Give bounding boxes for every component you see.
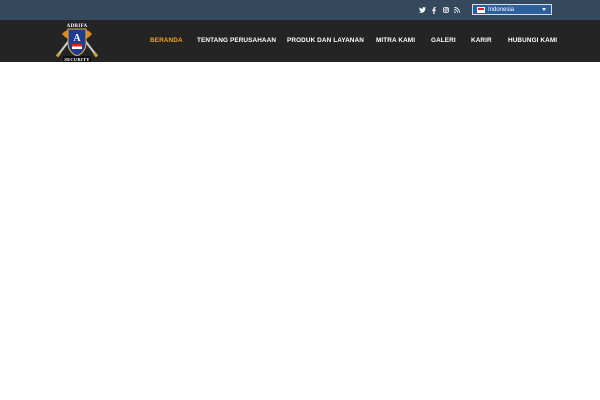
nav-item-beranda[interactable]: BERANDA [150, 37, 183, 44]
rss-icon[interactable] [453, 5, 460, 15]
site-header: A ADRIFA SECURITY BERANDA TENTANG PERUSA… [0, 20, 600, 62]
language-select-value: Indonesia [488, 6, 515, 13]
nav-item-tentang-perusahaan[interactable]: TENTANG PERUSAHAAN [197, 37, 276, 44]
logo-top-text: ADRIFA [67, 24, 88, 29]
nav-item-galeri[interactable]: GALERI [431, 37, 456, 44]
language-select[interactable]: Indonesia [472, 4, 552, 15]
twitter-icon[interactable] [418, 5, 426, 15]
nav-item-mitra-kami[interactable]: MITRA KAMI [376, 37, 415, 44]
nav-item-karir[interactable]: KARIR [471, 37, 492, 44]
nav-item-hubungi-kami[interactable]: HUBUNGI KAMI [508, 37, 557, 44]
caret-down-icon [542, 8, 546, 11]
top-utility-bar: Indonesia [0, 0, 600, 20]
nav-item-produk-dan-layanan[interactable]: PRODUK DAN LAYANAN [287, 37, 364, 44]
indonesia-flag-icon [477, 6, 485, 13]
main-navigation: BERANDA TENTANG PERUSAHAAN PRODUK DAN LA… [0, 37, 600, 47]
facebook-icon[interactable] [431, 5, 437, 15]
page-content-area [0, 62, 600, 400]
instagram-icon[interactable] [442, 5, 449, 15]
